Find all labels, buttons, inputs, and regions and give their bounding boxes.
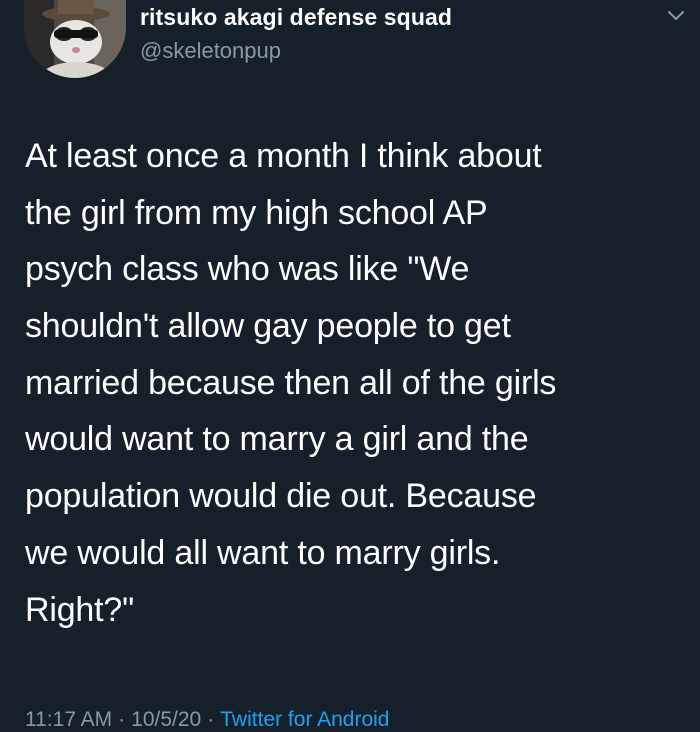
tweet-text-line: we would all want to marry girls. xyxy=(25,533,501,572)
tweet-text-line: population would die out. Because xyxy=(25,477,537,516)
tweet-metadata: 11:17 AM · 10/5/20 · Twitter for Android xyxy=(25,708,390,732)
tweet-text-line: would want to marry a girl and the xyxy=(25,420,529,459)
tweet-source-link[interactable]: Twitter for Android xyxy=(220,708,389,731)
tweet-card: ritsuko akagi defense squad @skeletonpup… xyxy=(0,0,700,731)
tweet-text-line: the girl from my high school AP xyxy=(25,193,488,232)
avatar[interactable] xyxy=(24,0,126,78)
meta-separator: · xyxy=(118,708,126,731)
tweet-text: At least once a month I think about the … xyxy=(25,128,685,638)
chevron-down-icon[interactable] xyxy=(664,6,688,26)
tweet-time[interactable]: 11:17 AM xyxy=(25,708,112,731)
display-name[interactable]: ritsuko akagi defense squad xyxy=(140,4,452,31)
tweet-text-line: Right?" xyxy=(25,590,134,629)
meta-separator: · xyxy=(207,708,215,731)
tweet-text-line: married because then all of the girls xyxy=(25,363,557,402)
tweet-text-line: At least once a month I think about xyxy=(25,137,542,175)
tweet-text-line: shouldn't allow gay people to get xyxy=(25,307,511,346)
tweet-text-line: psych class who was like "We xyxy=(25,250,470,289)
user-handle[interactable]: @skeletonpup xyxy=(140,38,281,64)
cat-avatar-image xyxy=(24,0,126,78)
tweet-date[interactable]: 10/5/20 xyxy=(131,708,201,731)
